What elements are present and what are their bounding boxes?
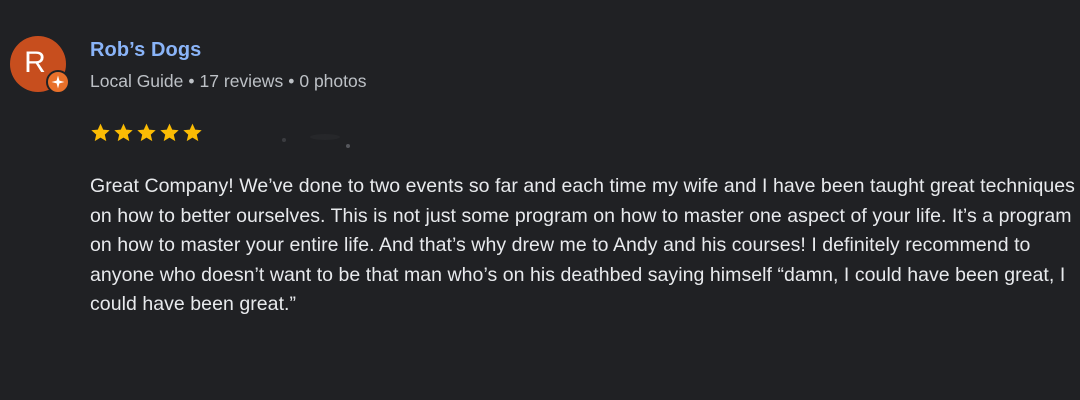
star-icon — [160, 123, 179, 142]
meta-separator: • — [188, 71, 195, 91]
author-name-link[interactable]: Rob’s Dogs — [90, 38, 201, 62]
author-meta: Local Guide • 17 reviews • 0 photos — [90, 70, 366, 92]
star-icon — [114, 123, 133, 142]
review-card: R Rob’s Dogs Local Guide • 17 reviews • 0 ph… — [0, 0, 1080, 400]
local-guide-badge-icon — [46, 70, 70, 94]
star-icon — [183, 123, 202, 142]
star-icon — [137, 123, 156, 142]
avatar-letter: R — [24, 46, 46, 79]
review-text: Great Company! We’ve done to two events … — [90, 175, 1075, 315]
meta-separator: • — [288, 71, 295, 91]
photo-count: 0 photos — [299, 71, 367, 91]
sparkle-icon — [51, 75, 65, 89]
star-icon — [91, 123, 110, 142]
avatar-container[interactable]: R — [10, 36, 70, 94]
redacted-date — [230, 128, 370, 148]
local-guide-label: Local Guide — [90, 71, 184, 91]
review-count: 17 reviews — [199, 71, 284, 91]
star-rating — [90, 122, 203, 143]
